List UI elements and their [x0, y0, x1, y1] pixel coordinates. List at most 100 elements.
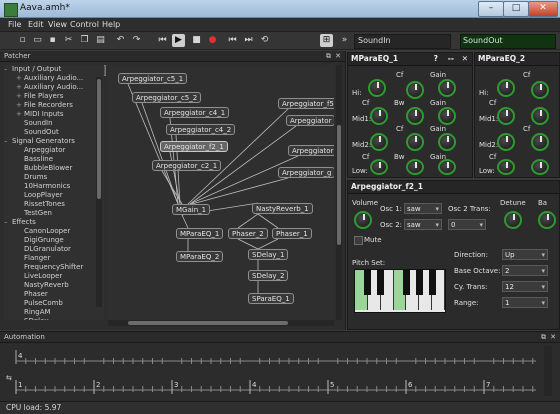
tree-item[interactable]: SoundIn [16, 119, 53, 128]
tree-item[interactable]: + Auxiliary Audio... [16, 74, 83, 83]
osc2-select[interactable]: saw [404, 219, 442, 230]
pitch-set-keyboard[interactable] [354, 269, 446, 313]
record-icon[interactable]: ● [206, 34, 219, 47]
more-icon[interactable]: » [338, 34, 351, 47]
patch-canvas[interactable]: Arpeggiator_c5_1 Arpeggiator_c5_2 Arpeggia… [108, 65, 334, 320]
tree-toggle-icon[interactable]: + [16, 92, 24, 101]
low-bw-knob[interactable] [531, 159, 549, 175]
black-key[interactable] [364, 270, 372, 295]
tree-toggle-icon[interactable]: + [16, 74, 24, 83]
tree-item[interactable]: + Auxiliary Audio... [16, 83, 83, 92]
redo-icon[interactable]: ↷ [130, 34, 143, 47]
patch-node[interactable]: Arpeggiator_c5_1 [118, 73, 188, 84]
tree-item[interactable]: + File Players [16, 92, 63, 101]
patch-node[interactable]: MParaEQ_2 [176, 251, 224, 262]
hi-bw-knob[interactable] [531, 81, 549, 99]
float-icon[interactable]: ⧉ [541, 332, 546, 342]
open-icon[interactable]: ▭ [31, 34, 44, 47]
tree-item[interactable]: RingAM [16, 308, 51, 317]
tree-item[interactable]: SDelay [16, 317, 49, 320]
loop-icon[interactable]: ⟲ [258, 34, 271, 47]
hi-cf-knob[interactable] [368, 79, 386, 97]
mid2-cf-knob[interactable] [370, 133, 388, 151]
menu-edit[interactable]: Edit [28, 20, 44, 29]
tree-toggle-icon[interactable]: – [4, 137, 12, 146]
tree-item[interactable]: 10Harmonics [16, 182, 70, 191]
tree-item[interactable]: CanonLooper [16, 227, 70, 236]
mute-checkbox[interactable] [354, 236, 363, 245]
black-key[interactable] [415, 270, 423, 295]
patch-node[interactable]: Arpeggiator_f5 [278, 98, 334, 109]
patch-node[interactable]: SDelay_2 [248, 270, 289, 281]
mid2-gain-knob[interactable] [438, 133, 456, 151]
forward-icon[interactable]: ⏭ [242, 34, 255, 47]
patch-node[interactable]: Arpeggiator_g [278, 167, 334, 178]
close-module-icon[interactable]: ✕ [462, 53, 468, 65]
patch-node[interactable]: Arpeggiator [288, 145, 334, 156]
mid2-bw-knob[interactable] [406, 133, 424, 151]
menu-file[interactable]: File [8, 20, 21, 29]
patch-node[interactable]: Arpeggiator_c2_1 [152, 160, 222, 171]
canvas-vscroll-thumb[interactable] [337, 125, 341, 245]
canvas-vscrollbar[interactable] [336, 65, 342, 320]
detune-knob[interactable] [504, 211, 522, 229]
hi-bw-knob[interactable] [406, 81, 424, 99]
new-icon[interactable]: ▫ [16, 34, 29, 47]
black-key[interactable] [377, 270, 385, 295]
tree-item[interactable]: BubbleBlower [16, 164, 72, 173]
automation-timeline[interactable]: 4 ⇆ 1 2 3 4 5 6 7 [6, 346, 546, 396]
stop-icon[interactable]: ■ [190, 34, 203, 47]
tree-item[interactable]: TestGen [16, 209, 52, 218]
tree-item[interactable]: SoundOut [16, 128, 59, 137]
patch-node[interactable]: Arpeggiator [286, 115, 334, 126]
tree-item[interactable]: PulseComb [16, 299, 63, 308]
tree-item[interactable]: DLGranulator [16, 245, 71, 254]
direction-select[interactable]: Up [502, 249, 548, 260]
hi-cf-knob[interactable] [497, 79, 515, 97]
mid1-bw-knob[interactable] [531, 107, 549, 125]
canvas-hscroll-thumb[interactable] [128, 321, 288, 325]
range-select[interactable]: 1 [502, 297, 548, 308]
low-cf-knob[interactable] [370, 159, 388, 175]
patch-node[interactable]: Arpeggiator_c4_2 [166, 124, 236, 135]
mid2-bw-knob[interactable] [531, 133, 549, 151]
mid1-cf-knob[interactable] [370, 107, 388, 125]
maximize-button[interactable]: □ [503, 1, 529, 17]
mid1-cf-knob[interactable] [497, 107, 515, 125]
low-bw-knob[interactable] [406, 159, 424, 175]
tree-item[interactable]: LiveLooper [16, 272, 62, 281]
tree-item[interactable]: – Input / Output [4, 65, 61, 74]
patch-node[interactable]: Phaser_1 [272, 228, 312, 239]
minimize-button[interactable]: – [478, 1, 504, 17]
tree-scroll-thumb[interactable] [97, 79, 101, 199]
hi-gain-knob[interactable] [438, 79, 456, 97]
tree-toggle-icon[interactable]: – [4, 218, 12, 227]
tree-item[interactable]: + File Recorders [16, 101, 73, 110]
paste-icon[interactable]: ▤ [94, 34, 107, 47]
rewind-icon[interactable]: ⏮ [226, 34, 239, 47]
tree-item[interactable]: RissetTones [16, 200, 65, 209]
close-panel-icon[interactable]: ✕ [550, 332, 556, 342]
tree-toggle-icon[interactable]: + [16, 83, 24, 92]
patch-node[interactable]: Phaser_2 [228, 228, 268, 239]
help-icon[interactable]: ? [434, 53, 438, 65]
play-icon[interactable]: ▶ [172, 34, 185, 47]
tree-item[interactable]: Phaser [16, 290, 48, 299]
osc2-trans-select[interactable]: 0 [448, 219, 486, 230]
black-key[interactable] [428, 270, 436, 295]
play-from-start-icon[interactable]: ⏮ [156, 34, 169, 47]
tree-item[interactable]: + MIDI Inputs [16, 110, 64, 119]
tree-toggle-icon[interactable]: + [16, 101, 24, 110]
low-cf-knob[interactable] [497, 159, 515, 175]
tree-scrollbar[interactable] [96, 77, 102, 307]
mid2-cf-knob[interactable] [497, 133, 515, 151]
canvas-hscrollbar[interactable] [108, 320, 334, 326]
undo-icon[interactable]: ↶ [114, 34, 127, 47]
close-panel-icon[interactable]: ✕ [335, 51, 341, 61]
patch-node[interactable]: SDelay_1 [248, 249, 289, 260]
tree-item[interactable]: Bassline [16, 155, 53, 164]
menu-view[interactable]: View [48, 20, 67, 29]
ba-knob[interactable] [538, 211, 556, 229]
patch-node[interactable]: Arpeggiator_f2_1 [160, 141, 228, 152]
save-icon[interactable]: ▪ [46, 34, 59, 47]
